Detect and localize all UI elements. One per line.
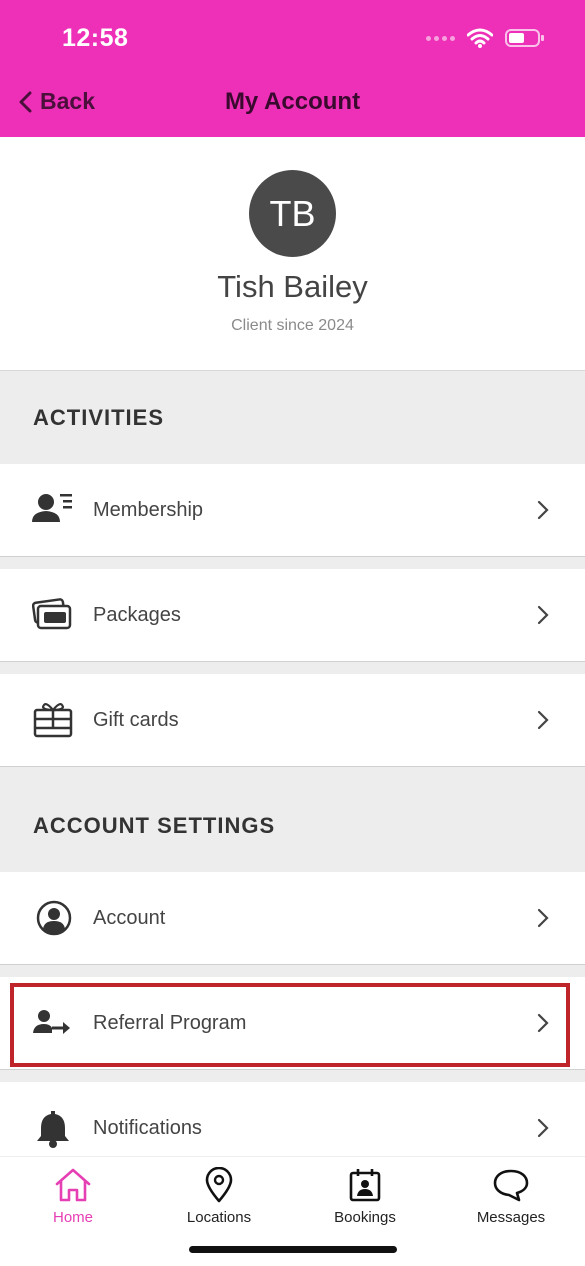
gift-card-icon (33, 703, 73, 738)
user-circle-icon (36, 900, 72, 936)
profile-card: TB Tish Bailey Client since 2024 (0, 137, 585, 371)
chevron-right-icon (537, 908, 549, 928)
membership-label: Membership (93, 499, 204, 521)
chevron-right-icon (537, 605, 549, 625)
avatar: TB (249, 170, 336, 257)
account-settings-heading: ACCOUNT SETTINGS (33, 813, 276, 838)
membership-icon (32, 494, 72, 522)
gift-cards-row[interactable]: Gift cards (0, 674, 585, 767)
status-indicators (426, 28, 545, 48)
activities-section-header: ACTIVITIES (0, 371, 585, 464)
row-divider (0, 965, 585, 977)
tab-bookings[interactable]: Bookings (305, 1167, 425, 1226)
wifi-icon (467, 28, 493, 48)
activities-heading: ACTIVITIES (33, 405, 165, 430)
status-time: 12:58 (62, 24, 129, 52)
tab-home-label: Home (52, 1209, 93, 1226)
chevron-left-icon (19, 91, 32, 112)
tab-locations-label: Locations (186, 1209, 252, 1226)
chevron-right-icon (537, 1118, 549, 1138)
account-settings-section-header: ACCOUNT SETTINGS (0, 767, 585, 872)
bell-icon (37, 1111, 69, 1148)
location-pin-icon (205, 1167, 233, 1203)
battery-icon (505, 29, 544, 47)
tab-bookings-label: Bookings (334, 1209, 396, 1226)
referral-highlight-box (10, 983, 570, 1067)
packages-row[interactable]: Packages (0, 569, 585, 662)
tab-messages-label: Messages (476, 1209, 546, 1226)
chevron-right-icon (537, 500, 549, 520)
membership-row[interactable]: Membership (0, 464, 585, 557)
row-divider (0, 1070, 585, 1082)
tab-home[interactable]: Home (13, 1167, 133, 1226)
back-label: Back (40, 88, 95, 114)
row-divider (0, 662, 585, 674)
notifications-label: Notifications (93, 1117, 202, 1139)
profile-name: Tish Bailey (217, 269, 368, 304)
tab-locations[interactable]: Locations (159, 1167, 279, 1226)
home-icon (55, 1168, 91, 1202)
chat-bubble-icon (493, 1169, 529, 1202)
back-button[interactable]: Back (18, 88, 95, 115)
calendar-icon (349, 1169, 381, 1202)
account-row[interactable]: Account (0, 872, 585, 965)
cellular-signal-icon (426, 35, 455, 41)
chevron-right-icon (537, 710, 549, 730)
gift-cards-label: Gift cards (93, 709, 179, 731)
client-since-text: Client since 2024 (231, 317, 354, 334)
account-label: Account (93, 907, 166, 929)
packages-label: Packages (93, 604, 181, 626)
top-bar: 12:58 My Account Back (0, 0, 585, 137)
home-indicator (189, 1246, 397, 1253)
packages-icon (32, 598, 72, 630)
tab-messages[interactable]: Messages (451, 1167, 571, 1226)
row-divider (0, 557, 585, 569)
